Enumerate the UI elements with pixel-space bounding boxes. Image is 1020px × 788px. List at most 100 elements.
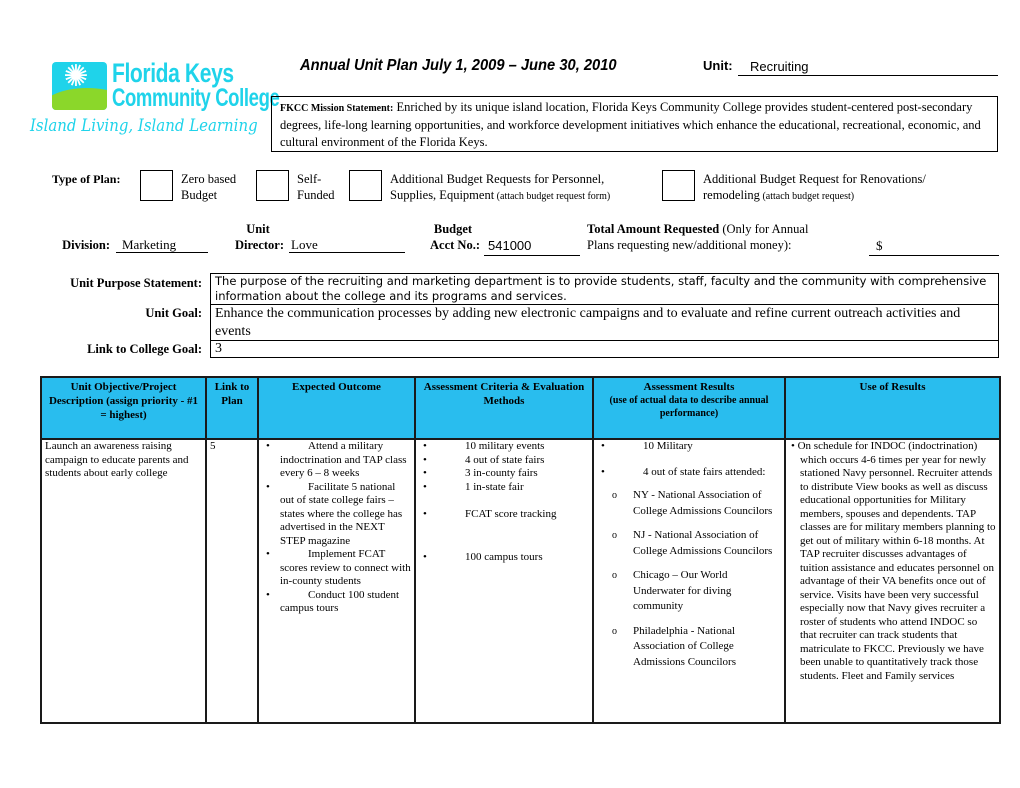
list-item: • 3 in-county fairs (419, 467, 589, 481)
director-field[interactable]: Love (289, 237, 405, 253)
acct-field[interactable]: 541000 (484, 238, 580, 256)
college-goal-value[interactable]: 3 (211, 341, 998, 357)
total-label-rest: (Only for Annual (719, 222, 809, 236)
list-item: • 1 in-state fair (419, 481, 589, 495)
option-renovations: Additional Budget Request for Renovation… (703, 171, 926, 205)
circle-bullet-icon: o (612, 490, 617, 501)
list-item: • 100 campus tours (419, 551, 589, 565)
list-item: • Attend a military indoctrination and TA… (262, 440, 411, 481)
use-of-results-body: On schedule for INDOC (indoctrination) w… (797, 440, 996, 682)
bullet-icon: • (266, 548, 270, 560)
division-label: Division: (62, 238, 110, 252)
list-item: • Facilitate 5 national out of state coll… (262, 481, 411, 549)
cell-assessment-criteria[interactable]: • 10 military events • 4 out of state fair… (414, 439, 594, 724)
option-label: Funded (297, 188, 335, 202)
list-item: • 10 Military (597, 440, 781, 454)
result-text: 4 out of state fairs attended: (643, 465, 766, 478)
checkbox-self-funded[interactable] (256, 170, 289, 201)
criteria-text: 1 in-state fair (465, 480, 524, 493)
cell-objective[interactable]: Launch an awareness raising campaign to … (40, 439, 207, 724)
acct-label-line1: Budget (433, 222, 473, 236)
result-subtext: NY - National Association of College Adm… (633, 489, 773, 517)
bullet-icon: • (423, 508, 427, 520)
director-label-line1: Unit (246, 222, 270, 236)
bullet-icon: • (423, 550, 427, 563)
criteria-text: 100 campus tours (465, 550, 543, 563)
outcome-text: Attend a military indoctrination and TAP… (280, 440, 407, 479)
result-subtext: NJ - National Association of College Adm… (633, 529, 773, 557)
list-item: • Implement FCAT scores review to connect… (262, 548, 411, 589)
bullet-icon: • (601, 440, 605, 452)
result-subtext: Philadelphia - National Association of C… (633, 624, 736, 668)
result-text: 10 Military (643, 440, 693, 452)
outcome-text: Conduct 100 student campus tours (280, 588, 400, 615)
mission-statement: FKCC Mission Statement: Enriched by its … (271, 96, 998, 152)
checkbox-renovations[interactable] (662, 170, 695, 201)
option-note: (attach budget request) (759, 191, 855, 202)
acct-label: Budget Acct No.: (420, 221, 480, 253)
logo-tagline: Island Living, Island Learning (30, 116, 258, 136)
option-label: remodeling (703, 188, 760, 202)
bullet-icon: • (423, 467, 427, 479)
goal-label: Unit Goal: (145, 306, 202, 320)
objectives-table: Unit Objective/Project Description (assi… (40, 376, 1001, 724)
use-of-results-text: • On schedule for INDOC (indoctrination)… (791, 440, 996, 682)
bullet-icon: • (266, 440, 270, 452)
list-item: • 4 out of state fairs attended: (597, 466, 781, 480)
list-item: • FCAT score tracking (419, 508, 589, 522)
header-objective: Unit Objective/Project Description (assi… (40, 376, 207, 440)
cell-expected-outcome[interactable]: • Attend a military indoctrination and TA… (257, 439, 416, 724)
outcome-text: Implement FCAT scores review to connect … (280, 548, 411, 587)
cell-link[interactable]: 5 (205, 439, 259, 724)
mission-label: FKCC Mission Statement: (280, 103, 394, 114)
bullet-icon: • (601, 465, 605, 478)
header-assessment-results-sub: (use of actual data to describe annual p… (609, 395, 769, 419)
director-label-line2: Director: (234, 238, 284, 252)
bullet-icon: • (423, 453, 427, 466)
checkbox-additional-personnel[interactable] (349, 170, 382, 201)
plan-type-label: Type of Plan: (52, 172, 121, 186)
division-field[interactable]: Marketing (116, 237, 208, 253)
header-use-of-results: Use of Results (784, 376, 1001, 440)
criteria-text: 4 out of state fairs (465, 453, 545, 466)
unit-field[interactable]: Recruiting (738, 59, 998, 76)
total-amount-field[interactable]: $ (869, 238, 999, 256)
total-amount-label: Total Amount Requested (Only for Annual … (587, 221, 808, 253)
header-link-to-plan: Link to Plan (205, 376, 259, 440)
circle-bullet-icon: o (612, 570, 617, 581)
total-label-line2: Plans requesting new/additional money): (587, 238, 792, 252)
cell-assessment-results[interactable]: • 10 Military • 4 out of state fairs atten… (592, 439, 786, 724)
option-label: Zero based (181, 172, 237, 186)
header-expected-outcome: Expected Outcome (257, 376, 416, 440)
option-label: Self- (297, 172, 322, 186)
bullet-icon: • (266, 588, 270, 601)
circle-bullet-icon: o (612, 625, 617, 637)
purpose-label: Unit Purpose Statement: (70, 276, 202, 290)
header-assessment-results: Assessment Results (use of actual data t… (592, 376, 786, 440)
option-self-funded: Self- Funded (297, 171, 335, 203)
option-label: Budget (181, 188, 218, 202)
checkbox-zero-based[interactable] (140, 170, 173, 201)
page-title: Annual Unit Plan July 1, 2009 – June 30,… (300, 57, 617, 74)
purpose-text[interactable]: The purpose of the recruiting and market… (211, 274, 998, 305)
outcome-text: Facilitate 5 national out of state colle… (280, 480, 403, 547)
option-note: (attach budget request form) (494, 191, 611, 202)
director-label: Unit Director: (222, 221, 284, 253)
college-logo: ✺ Florida Keys Community College Island … (30, 58, 280, 147)
bullet-icon: • (266, 480, 270, 493)
list-item: • 4 out of state fairs (419, 454, 589, 468)
option-zero-based: Zero based Budget (181, 171, 236, 203)
cell-use-of-results[interactable]: • On schedule for INDOC (indoctrination)… (784, 439, 1001, 724)
goal-text[interactable]: Enhance the communication processes by a… (211, 305, 998, 341)
unit-label: Unit: (703, 58, 733, 73)
logo-title: Florida Keys (112, 58, 234, 88)
option-label: Additional Budget Request for Renovation… (703, 172, 926, 186)
list-item: o NJ - National Association of College Ad… (597, 528, 781, 559)
table-header-row: Unit Objective/Project Description (assi… (40, 376, 1001, 440)
acct-label-line2: Acct No.: (430, 238, 480, 252)
criteria-text: FCAT score tracking (465, 508, 557, 520)
criteria-text: 10 military events (465, 440, 545, 452)
logo-subtitle: Community College (112, 84, 280, 112)
total-label-bold: Total Amount Requested (587, 222, 720, 236)
list-item: o Philadelphia - National Association of … (597, 624, 781, 671)
